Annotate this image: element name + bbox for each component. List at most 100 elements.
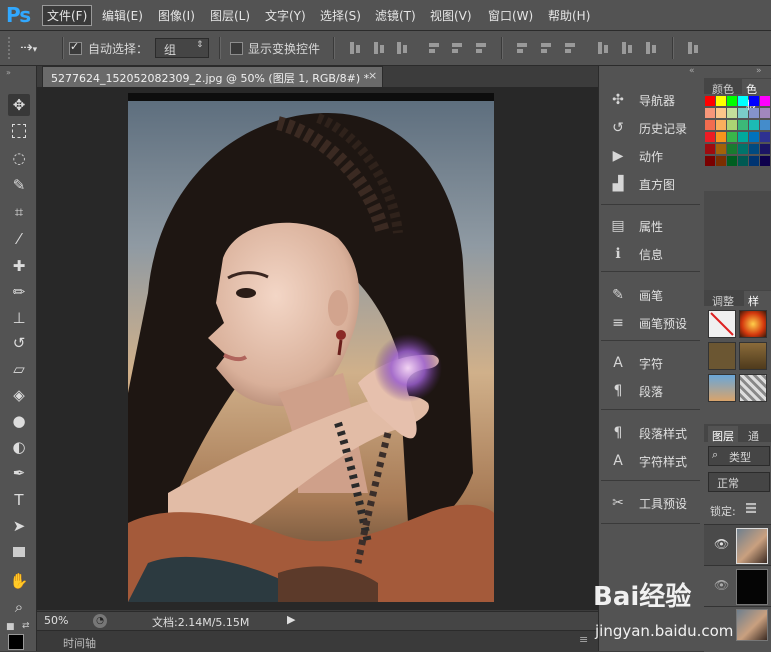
dock-item-character[interactable]: A 字符 xyxy=(609,351,701,375)
menu-view[interactable]: 视图(V) xyxy=(426,6,476,25)
dock-item-histogram[interactable]: ▟ 直方图 xyxy=(609,172,701,196)
color-swatch[interactable] xyxy=(705,120,715,130)
color-swatch[interactable] xyxy=(760,108,770,118)
color-swatch[interactable] xyxy=(760,96,770,106)
crop-tool-icon[interactable]: ⌗ xyxy=(8,201,30,223)
color-swatch[interactable] xyxy=(705,96,715,106)
align-right-icon[interactable] xyxy=(475,41,489,55)
color-swatch[interactable] xyxy=(716,120,726,130)
dock-item-info[interactable]: ℹ 信息 xyxy=(609,242,701,266)
clone-stamp-tool-icon[interactable]: ⊥ xyxy=(8,307,30,329)
color-swatch[interactable] xyxy=(738,156,748,166)
zoom-level[interactable]: 50% xyxy=(44,614,68,627)
document-image[interactable] xyxy=(128,93,494,602)
color-swatch[interactable] xyxy=(727,120,737,130)
color-swatch[interactable] xyxy=(705,144,715,154)
color-swatch[interactable] xyxy=(727,108,737,118)
menu-layer[interactable]: 图层(L) xyxy=(206,6,254,25)
color-swatch[interactable] xyxy=(749,120,759,130)
tab-layers[interactable]: 图层 xyxy=(708,426,738,446)
layer-visibility-eye-icon[interactable]: 👁 xyxy=(714,537,729,551)
dock-item-properties[interactable]: ▤ 属性 xyxy=(609,214,701,238)
dock-item-history[interactable]: ↺ 历史记录 xyxy=(609,116,701,140)
dock-item-brush[interactable]: ✎ 画笔 xyxy=(609,283,701,307)
color-swatch[interactable] xyxy=(716,108,726,118)
style-sky-swatch[interactable] xyxy=(708,374,736,402)
color-swatch[interactable] xyxy=(738,108,748,118)
timeline-menu-icon[interactable]: ≡ xyxy=(579,633,588,646)
dock-item-character-styles[interactable]: A 字符样式 xyxy=(609,449,701,473)
brush-tool-icon[interactable]: ✏ xyxy=(8,281,30,303)
dock-item-tool-presets[interactable]: ✂ 工具预设 xyxy=(609,491,701,515)
auto-align-layers-icon[interactable] xyxy=(686,41,700,55)
dodge-tool-icon[interactable]: ◐ xyxy=(8,436,30,458)
dock-item-navigator[interactable]: ✣ 导航器 xyxy=(609,88,701,112)
color-swatch[interactable] xyxy=(716,132,726,142)
distribute-hcenter-icon[interactable] xyxy=(620,41,634,55)
history-brush-tool-icon[interactable]: ↺ xyxy=(8,332,30,354)
color-swatch[interactable] xyxy=(738,144,748,154)
color-swatch[interactable] xyxy=(749,144,759,154)
layer-row[interactable]: 👁 xyxy=(704,524,771,565)
path-selection-tool-icon[interactable]: ➤ xyxy=(8,515,30,537)
eraser-tool-icon[interactable]: ▱ xyxy=(8,358,30,380)
color-swatch[interactable] xyxy=(749,156,759,166)
align-hcenter-icon[interactable] xyxy=(451,41,465,55)
menu-image[interactable]: 图像(I) xyxy=(154,6,199,25)
distribute-top-icon[interactable] xyxy=(516,41,530,55)
color-swatch[interactable] xyxy=(727,144,737,154)
healing-brush-tool-icon[interactable]: ✚ xyxy=(8,255,30,277)
menu-file[interactable]: 文件(F) xyxy=(42,5,93,26)
right-collapse-icon[interactable]: » xyxy=(756,66,762,76)
collapse-tools-icon[interactable]: » xyxy=(6,68,11,77)
style-none-swatch[interactable] xyxy=(708,310,736,338)
foreground-color-swatch[interactable] xyxy=(8,634,24,650)
menu-type[interactable]: 文字(Y) xyxy=(261,6,310,25)
color-swatch[interactable] xyxy=(727,96,737,106)
auto-select-checkbox[interactable] xyxy=(69,40,82,55)
align-vcenter-icon[interactable] xyxy=(372,41,386,55)
move-tool-icon[interactable]: ✥ xyxy=(8,94,30,116)
style-pattern-swatch[interactable] xyxy=(739,374,767,402)
menu-window[interactable]: 窗口(W) xyxy=(484,6,537,25)
lasso-tool-icon[interactable]: ◌ xyxy=(8,147,30,169)
swap-colors-icon[interactable]: ⇄ xyxy=(22,621,30,631)
menu-select[interactable]: 选择(S) xyxy=(316,6,365,25)
color-swatch[interactable] xyxy=(716,144,726,154)
color-swatch[interactable] xyxy=(760,120,770,130)
swatches-grid[interactable] xyxy=(704,95,771,185)
close-document-icon[interactable]: × xyxy=(368,69,377,82)
menu-help[interactable]: 帮助(H) xyxy=(544,6,594,25)
color-swatch[interactable] xyxy=(749,108,759,118)
options-bar-grip[interactable] xyxy=(8,37,14,59)
color-swatch[interactable] xyxy=(760,156,770,166)
color-swatch[interactable] xyxy=(727,156,737,166)
distribute-left-icon[interactable] xyxy=(596,41,610,55)
distribute-vcenter-icon[interactable] xyxy=(540,41,554,55)
color-swatch[interactable] xyxy=(760,144,770,154)
type-tool-icon[interactable]: T xyxy=(8,489,30,511)
quick-select-tool-icon[interactable]: ✎ xyxy=(8,174,30,196)
eyedropper-tool-icon[interactable]: ⁄ xyxy=(8,228,30,250)
color-swatch[interactable] xyxy=(705,156,715,166)
tab-adjustments[interactable]: 调整 xyxy=(708,291,738,311)
color-swatch[interactable] xyxy=(716,156,726,166)
preview-icon[interactable]: ◔ xyxy=(93,614,107,628)
status-menu-arrow-icon[interactable]: ▶ xyxy=(287,613,295,626)
color-swatch[interactable] xyxy=(749,132,759,142)
layer-filter-kind[interactable]: ⌕ 类型 xyxy=(708,446,770,466)
distribute-bottom-icon[interactable] xyxy=(564,41,578,55)
default-colors-icon[interactable]: ■ xyxy=(6,622,15,632)
zoom-tool-icon[interactable]: ⌕ xyxy=(8,596,30,618)
timeline-panel[interactable]: 时间轴 ≡ xyxy=(37,630,598,652)
style-bronze-swatch[interactable] xyxy=(708,342,736,370)
lock-transparent-icon[interactable] xyxy=(746,503,756,513)
document-tab[interactable]: 5277624_152052082309_2.jpg @ 50% (图层 1, … xyxy=(42,66,383,87)
distribute-right-icon[interactable] xyxy=(644,41,658,55)
dock-item-paragraph-styles[interactable]: ¶ 段落样式 xyxy=(609,421,701,445)
color-swatch[interactable] xyxy=(727,132,737,142)
pen-tool-icon[interactable]: ✒ xyxy=(8,462,30,484)
menu-edit[interactable]: 编辑(E) xyxy=(98,6,147,25)
blend-mode-select[interactable]: 正常 xyxy=(708,472,770,492)
dock-item-brush-presets[interactable]: ≡ 画笔预设 xyxy=(609,311,701,335)
